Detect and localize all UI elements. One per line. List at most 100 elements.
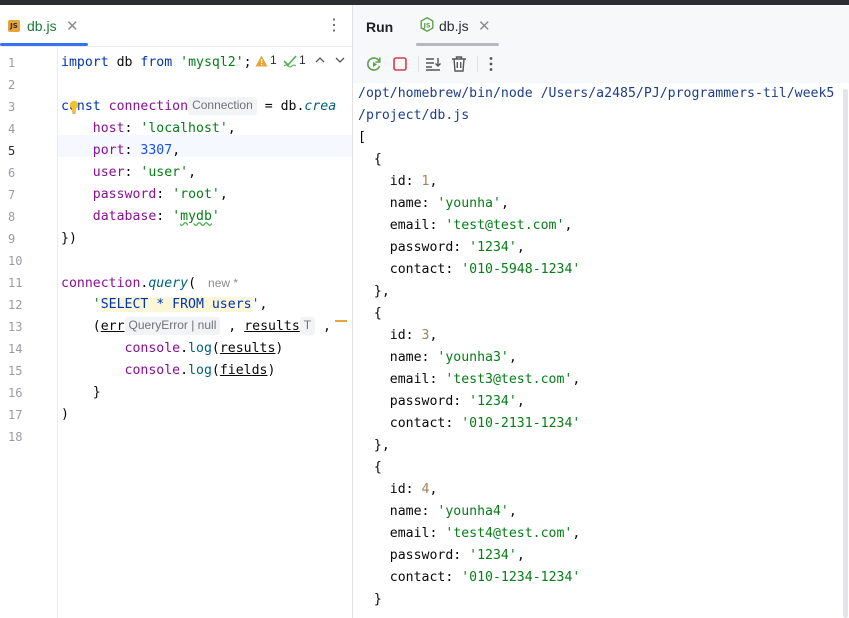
console-text: } bbox=[373, 592, 382, 607]
code-token: ' bbox=[211, 209, 220, 224]
code-line: ) bbox=[61, 404, 69, 426]
code-token: err bbox=[100, 319, 125, 334]
code-token: connection bbox=[61, 276, 141, 291]
console-line: contact: '010-1234-1234' bbox=[358, 567, 581, 589]
rerun-icon[interactable] bbox=[364, 54, 384, 74]
console-key: name: bbox=[389, 350, 438, 365]
console-text: /opt/homebrew/bin/node /Users/a2485/PJ/p… bbox=[358, 86, 835, 101]
code-token: , bbox=[219, 187, 228, 202]
console-scrollbar[interactable] bbox=[843, 89, 848, 618]
weak-warning-count: 1 bbox=[299, 53, 306, 67]
lightbulb-icon[interactable] bbox=[68, 100, 80, 114]
console-text: /project/db.js bbox=[358, 108, 470, 123]
console-line: [ bbox=[358, 127, 366, 149]
code-token: : bbox=[124, 143, 141, 158]
console-key: email: bbox=[389, 372, 446, 387]
console-line: /project/db.js bbox=[358, 105, 469, 127]
code-token: : bbox=[124, 165, 141, 180]
stop-icon[interactable] bbox=[390, 54, 410, 74]
more-icon[interactable] bbox=[481, 54, 501, 74]
editor-tab-bar: JS db.js ✕ ⋮ bbox=[0, 5, 352, 47]
console-line: id: 4, bbox=[358, 479, 438, 501]
type-hint: QueryError | null bbox=[124, 317, 221, 335]
console-line: password: '1234', bbox=[358, 391, 525, 413]
close-icon[interactable]: ✕ bbox=[478, 17, 491, 35]
code-area[interactable]: import db from 'mysql2'; const connection… bbox=[0, 47, 352, 618]
console-output[interactable]: /opt/homebrew/bin/node /Users/a2485/PJ/p… bbox=[353, 83, 849, 618]
code-line: console.log(fields) bbox=[61, 360, 276, 382]
code-token: ' bbox=[251, 297, 260, 312]
type-hint: T bbox=[299, 317, 316, 335]
code-token: 3307 bbox=[140, 143, 173, 158]
console-line: name: 'younha', bbox=[358, 193, 509, 215]
clear-icon[interactable] bbox=[449, 54, 469, 74]
inline-marker bbox=[335, 320, 347, 322]
console-text: , bbox=[572, 526, 581, 541]
code-token: console bbox=[124, 363, 181, 378]
console-text: , bbox=[516, 548, 525, 563]
code-token: db bbox=[108, 55, 141, 70]
console-value: 'younha4' bbox=[437, 504, 509, 519]
run-toolbar bbox=[353, 49, 849, 79]
code-token: 'mysql2' bbox=[180, 55, 244, 70]
svg-text:JS: JS bbox=[422, 21, 430, 29]
chevron-up-icon[interactable] bbox=[315, 56, 325, 64]
console-line: name: 'younha4', bbox=[358, 501, 517, 523]
code-token: , bbox=[227, 121, 236, 136]
weak-warning-icon bbox=[283, 55, 297, 68]
console-line: contact: '010-5948-1234' bbox=[358, 259, 581, 281]
close-icon[interactable]: ✕ bbox=[66, 17, 79, 35]
console-line: } bbox=[358, 589, 382, 611]
console-text: { bbox=[373, 306, 382, 321]
code-line: }) bbox=[61, 228, 77, 250]
console-value: '010-2131-1234' bbox=[461, 416, 581, 431]
code-token: ' bbox=[172, 209, 181, 224]
code-token: import bbox=[61, 55, 109, 70]
active-tab-indicator bbox=[416, 43, 499, 46]
console-line: { bbox=[358, 303, 382, 325]
run-tab-label: db.js bbox=[439, 18, 469, 34]
console-line: contact: '010-2131-1234' bbox=[358, 413, 581, 435]
console-value: '1234' bbox=[469, 240, 517, 255]
more-options-icon[interactable]: ⋮ bbox=[326, 16, 342, 36]
console-text: , bbox=[508, 350, 517, 365]
code-token: ( bbox=[188, 276, 197, 291]
console-key: id: bbox=[389, 482, 422, 497]
console-line: id: 3, bbox=[358, 325, 438, 347]
editor-tab-label: db.js bbox=[27, 18, 57, 34]
console-line: }, bbox=[358, 281, 390, 303]
code-token: ) bbox=[275, 341, 284, 356]
author-hint: new * bbox=[208, 276, 239, 290]
code-token: ) bbox=[267, 363, 276, 378]
run-tab-db-js[interactable]: JS db.js ✕ bbox=[415, 5, 499, 47]
code-token: 'root' bbox=[172, 187, 220, 202]
active-tab-indicator bbox=[0, 43, 88, 46]
toolbar-separator bbox=[477, 56, 478, 72]
code-token: user bbox=[92, 165, 125, 180]
warning-count: 1 bbox=[270, 53, 277, 67]
console-value: '010-5948-1234' bbox=[461, 262, 581, 277]
editor-tab-db-js[interactable]: JS db.js ✕ bbox=[0, 5, 88, 47]
console-key: password: bbox=[389, 240, 470, 255]
console-key: id: bbox=[389, 174, 422, 189]
console-line: name: 'younha3', bbox=[358, 347, 517, 369]
code-token: database bbox=[92, 209, 157, 224]
chevron-down-icon[interactable] bbox=[335, 56, 345, 64]
console-text: , bbox=[500, 196, 509, 211]
console-text: { bbox=[373, 460, 382, 475]
run-header: Run JS db.js ✕ bbox=[353, 5, 849, 47]
console-value: 'test4@test.com' bbox=[445, 526, 573, 541]
console-text: }, bbox=[373, 284, 390, 299]
scroll-to-end-icon[interactable] bbox=[423, 54, 443, 74]
warning-icon bbox=[255, 55, 268, 67]
code-token: ' bbox=[92, 297, 101, 312]
code-token: , bbox=[188, 165, 197, 180]
code-token: mydb bbox=[180, 209, 212, 224]
code-token: connection bbox=[108, 99, 189, 114]
